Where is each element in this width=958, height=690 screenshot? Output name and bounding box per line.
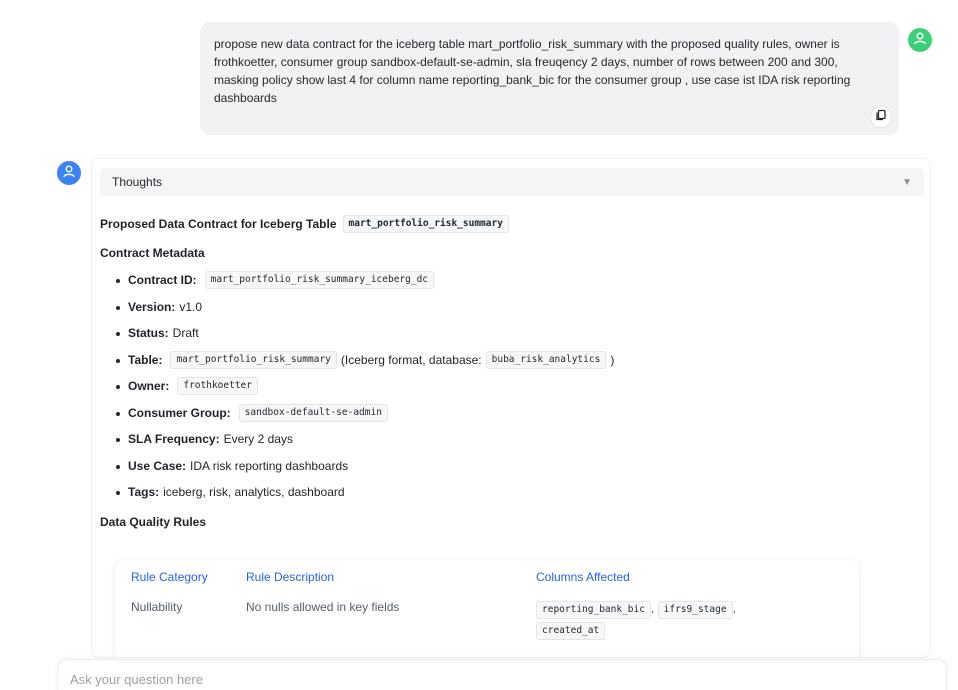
assistant-avatar <box>57 161 81 185</box>
proposal-title: Proposed Data Contract for Iceberg Table… <box>100 214 924 234</box>
list-item: Version: v1.0 <box>100 294 924 321</box>
thoughts-toggle[interactable]: Thoughts ▼ <box>100 168 924 196</box>
quality-heading: Data Quality Rules <box>100 514 207 529</box>
columns-affected: reporting_bank_bic, ifrs9_stage, created… <box>536 598 806 640</box>
copy-icon <box>875 108 887 126</box>
triangle-down-icon: ▼ <box>902 176 912 188</box>
user-icon <box>62 164 76 183</box>
list-item: Table: mart_portfolio_risk_summary (Iceb… <box>100 347 924 374</box>
list-item: Status: Draft <box>100 320 924 347</box>
thoughts-label: Thoughts <box>112 175 163 189</box>
assistant-content: Proposed Data Contract for Iceberg Table… <box>100 214 924 532</box>
user-icon <box>913 31 927 50</box>
rule-description: No nulls allowed in key fields <box>246 600 400 614</box>
table-name-code: mart_portfolio_risk_summary <box>342 215 509 233</box>
list-item: Tags: iceberg, risk, analytics, dashboar… <box>100 479 924 506</box>
user-message-text: propose new data contract for the iceber… <box>214 37 851 105</box>
list-item: Use Case: IDA risk reporting dashboards <box>100 453 924 480</box>
list-item: SLA Frequency: Every 2 days <box>100 426 924 453</box>
column-header[interactable]: Columns Affected <box>536 570 630 584</box>
user-message-bubble: propose new data contract for the iceber… <box>200 22 899 135</box>
column-header[interactable]: Rule Category <box>131 570 208 584</box>
user-avatar <box>908 28 932 52</box>
list-item: Consumer Group: sandbox-default-se-admin <box>100 400 924 427</box>
list-item: Owner: frothkoetter <box>100 373 924 400</box>
table-header-row: Rule Category Rule Description Columns A… <box>115 570 859 584</box>
list-item: Contract ID: mart_portfolio_risk_summary… <box>100 267 924 294</box>
assistant-message: Thoughts ▼ Proposed Data Contract for Ic… <box>91 158 931 658</box>
metadata-list: Contract ID: mart_portfolio_risk_summary… <box>100 267 924 506</box>
copy-button[interactable] <box>870 106 892 128</box>
question-input[interactable] <box>70 672 930 687</box>
column-header[interactable]: Rule Description <box>246 570 334 584</box>
quality-rules-table: Rule Category Rule Description Columns A… <box>115 560 859 657</box>
chat-page: propose new data contract for the iceber… <box>0 0 958 690</box>
question-box <box>57 659 947 690</box>
metadata-heading: Contract Metadata <box>100 246 205 260</box>
rule-category: Nullability <box>131 600 183 614</box>
